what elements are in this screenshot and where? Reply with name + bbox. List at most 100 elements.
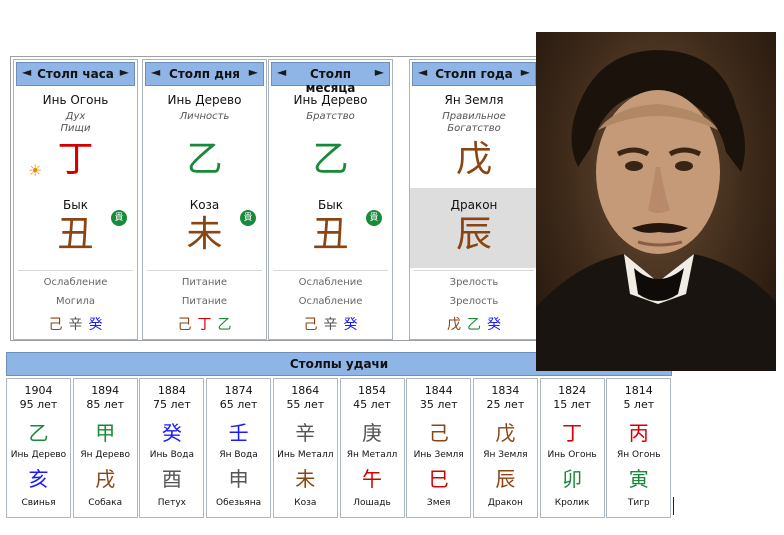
life-stage-label: Ослабление [43, 277, 108, 288]
hidden-stems: 己辛癸 [269, 314, 392, 334]
luck-stem-char: 乙 [28, 421, 49, 445]
luck-stem-char: 戊 [495, 421, 516, 445]
luck-age: 75 лет [153, 398, 191, 411]
luck-pillar-column[interactable]: 1854 45 лет 庚 Ян Металл 午 Лошадь [339, 378, 405, 518]
luck-year: 1814 [624, 384, 653, 397]
luck-pillar-column[interactable]: 1844 35 лет 己 Инь Земля 巳 Змея [406, 378, 472, 518]
luck-stem-name: Ян Дерево [80, 450, 130, 460]
luck-branch-name: Кролик [554, 498, 590, 508]
stem-element-name: Инь Огонь [42, 93, 109, 107]
luck-branch-name: Лошадь [353, 498, 391, 508]
hidden-stem-char: 戊 [447, 317, 461, 333]
hidden-stem-char: 己 [177, 317, 192, 333]
luck-year: 1874 [224, 384, 253, 397]
prev-arrow-icon[interactable]: ◄ [418, 65, 427, 79]
luck-branch-char: 申 [228, 467, 249, 491]
luck-pillar-column[interactable]: 1884 75 лет 癸 Инь Вода 酉 Петух [139, 378, 205, 518]
luck-branch-name: Тигр [627, 498, 650, 508]
luck-age: 65 лет [219, 398, 258, 411]
luck-branch-name: Собака [88, 498, 123, 508]
heavenly-stem-char[interactable]: 戊 [410, 140, 538, 180]
pillar-title: Столп дня [169, 67, 240, 81]
stem-element-name: Ян Земля [444, 93, 504, 107]
ten-god-label: Дух Пищи [60, 111, 91, 134]
divider [18, 270, 133, 271]
hidden-stem-char: 辛 [323, 317, 338, 333]
luck-stem-name: Ян Земля [483, 450, 528, 460]
divider [673, 497, 674, 515]
pillar-title: Столп года [435, 67, 513, 81]
luck-branch-char: 巳 [428, 467, 449, 491]
luck-stem-char: 癸 [161, 421, 182, 445]
divider [273, 270, 388, 271]
luck-stem-char: 甲 [95, 421, 116, 445]
luck-branch-char: 戌 [95, 467, 116, 491]
pillar-header: ◄ Столп месяца ► [271, 62, 390, 95]
luck-stem-char: 丙 [628, 421, 649, 445]
luck-stem-name: Инь Металл [277, 450, 334, 460]
life-stage-label: Могила [55, 296, 96, 307]
luck-branch-char: 寅 [628, 467, 649, 491]
luck-stem-char: 辛 [295, 421, 316, 445]
life-stage-label: Зрелость [449, 277, 499, 288]
heavenly-stem-char[interactable]: 乙 [143, 140, 266, 180]
prev-arrow-icon[interactable]: ◄ [151, 65, 160, 79]
luck-pillar-column[interactable]: 1814 5 лет 丙 Ян Огонь 寅 Тигр [606, 378, 672, 518]
luck-stem-name: Инь Огонь [547, 450, 597, 460]
stem-element-name: Инь Дерево [167, 93, 242, 107]
luck-stem-name: Инь Вода [149, 450, 194, 460]
luck-branch-name: Обезьяна [216, 498, 262, 508]
luck-branch-char: 亥 [28, 467, 49, 491]
hidden-stems: 己丁乙 [143, 314, 266, 334]
luck-age: 85 лет [86, 398, 125, 411]
next-arrow-icon[interactable]: ► [375, 65, 384, 79]
life-stage-label: Зрелость [449, 296, 499, 307]
luck-stem-name: Инь Земля [413, 450, 464, 460]
earthly-branch-char[interactable]: 辰 [410, 215, 538, 255]
luck-year: 1864 [291, 384, 320, 397]
next-arrow-icon[interactable]: ► [521, 65, 530, 79]
year-pillar: ◄ Столп года ► Ян Земля Правильное Богатство… [409, 59, 539, 340]
luck-pillar-column[interactable]: 1824 15 лет 丁 Инь Огонь 卯 Кролик [539, 378, 605, 518]
luck-pillar-column[interactable]: 1834 25 лет 戊 Ян Земля 辰 Дракон [472, 378, 538, 518]
branch-area: Коза 未貴 [143, 188, 266, 268]
four-pillars-panel: ◄ Столп часа ► Инь Огонь Дух Пищи 丁 ☀ Бык 丑貴 Осла… [10, 56, 542, 341]
luck-branch-char: 午 [362, 467, 382, 491]
prev-arrow-icon[interactable]: ◄ [277, 65, 286, 79]
luck-year: 1904 [24, 384, 53, 397]
pillar-title: Столп часа [37, 67, 114, 81]
day-pillar: ◄ Столп дня ► Инь Дерево Личность 乙 Коза 未貴 Пита… [142, 59, 267, 340]
life-stage-label: Ослабление [298, 296, 363, 307]
hidden-stem-char: 己 [303, 317, 318, 333]
hidden-stems: 己辛癸 [14, 314, 137, 334]
luck-stem-char: 庚 [362, 421, 382, 445]
luck-branch-name: Коза [294, 498, 317, 508]
luck-pillar-column[interactable]: 1874 65 лет 壬 Ян Вода 申 Обезьяна [206, 378, 272, 518]
luck-pillar-column[interactable]: 1894 85 лет 甲 Ян Дерево 戌 Собака [72, 378, 138, 518]
branch-area: Бык 丑貴 [14, 188, 137, 268]
heavenly-stem-char[interactable]: 乙 [269, 140, 392, 180]
luck-pillar-column[interactable]: 1864 55 лет 辛 Инь Металл 未 Коза [272, 378, 338, 518]
luck-pillar-column[interactable]: 1904 95 лет 乙 Инь Дерево 亥 Свинья [6, 378, 71, 518]
luck-branch-name: Петух [157, 498, 186, 508]
sun-icon: ☀ [28, 161, 43, 180]
ten-god-label: Братство [306, 111, 355, 122]
next-arrow-icon[interactable]: ► [120, 65, 129, 79]
branch-animal-name: Дракон [450, 198, 498, 212]
hidden-stem-char: 丁 [197, 317, 212, 333]
life-stage-label: Питание [181, 277, 228, 288]
prev-arrow-icon[interactable]: ◄ [22, 65, 31, 79]
hidden-stem-char: 乙 [217, 317, 232, 333]
luck-stem-name: Ян Металл [346, 450, 398, 460]
hidden-stems: 戊乙癸 [410, 314, 538, 334]
luck-branch-name: Змея [426, 498, 451, 508]
hidden-stem-char: 乙 [467, 317, 481, 333]
portrait-photo [536, 32, 776, 371]
ten-god-label: Правильное Богатство [442, 111, 506, 134]
month-pillar: ◄ Столп месяца ► Инь Дерево Братство 乙 Бык 丑貴 Ос… [268, 59, 393, 340]
pillar-header: ◄ Столп года ► [412, 62, 536, 86]
next-arrow-icon[interactable]: ► [249, 65, 258, 79]
hidden-stem-char: 辛 [68, 317, 83, 333]
pillar-title: Столп месяца [305, 67, 356, 95]
pillar-header: ◄ Столп часа ► [16, 62, 135, 86]
